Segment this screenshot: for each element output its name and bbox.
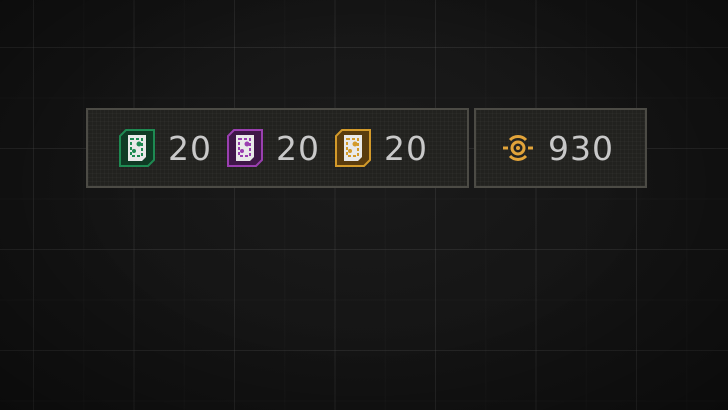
purple-card-counter: 20 bbox=[227, 129, 320, 167]
green-card-counter: 20 bbox=[119, 129, 212, 167]
card-currency-panel: 20 20 20 bbox=[86, 108, 469, 188]
green-card-icon bbox=[119, 129, 155, 167]
purple-card-count: 20 bbox=[276, 128, 320, 168]
coin-counter: 930 bbox=[502, 132, 614, 165]
background-vignette bbox=[0, 0, 728, 410]
gold-card-count: 20 bbox=[384, 128, 428, 168]
purple-card-icon bbox=[227, 129, 263, 167]
coin-count: 930 bbox=[548, 128, 614, 168]
gold-card-icon bbox=[335, 129, 371, 167]
coin-icon bbox=[503, 135, 533, 161]
gold-card-counter: 20 bbox=[335, 129, 428, 167]
coin-currency-panel: 930 bbox=[474, 108, 647, 188]
green-card-count: 20 bbox=[168, 128, 212, 168]
